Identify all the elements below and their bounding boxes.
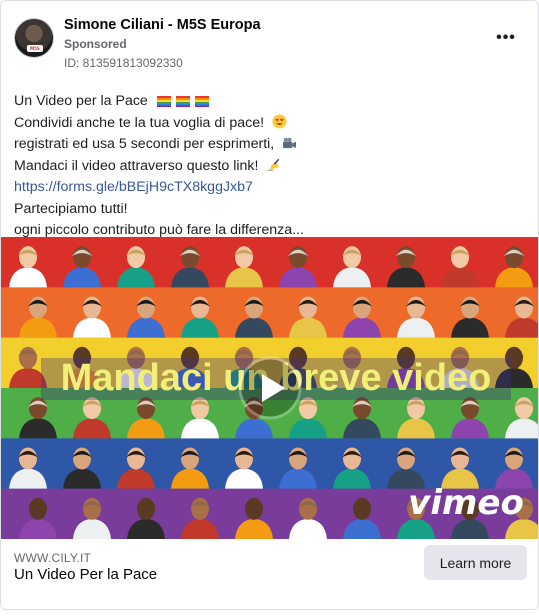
play-icon[interactable] <box>238 356 302 420</box>
body-line: Condividi anche te la tua voglia di pace… <box>14 113 528 135</box>
link-preview-footer[interactable]: WWW.CILY.IT Un Video Per la Pace Learn m… <box>1 539 538 609</box>
link-headline[interactable]: Un Video Per la Pace <box>14 566 157 583</box>
body-line: Mandaci il video attraverso questo link! <box>14 156 528 178</box>
learn-more-button[interactable]: Learn more <box>424 545 527 580</box>
post-header: M5S Simone Ciliani - M5S Europa Sponsore… <box>14 15 526 75</box>
vimeo-logo: vimeo <box>408 483 524 523</box>
video-collage: Mandaci un breve video vimeo <box>1 237 538 539</box>
body-line: Partecipiamo tutti! <box>14 200 128 217</box>
body-line: https://forms.gle/bBEjH9cTX8kggJxb7 <box>14 177 528 199</box>
link-domain: WWW.CILY.IT <box>14 551 92 565</box>
rainbow-flag-icon <box>175 96 190 107</box>
page-avatar[interactable]: M5S <box>14 18 54 58</box>
post-body: Un Video per la Pace Condividi anche te … <box>14 91 528 242</box>
body-line: registrati ed usa 5 secondi per esprimer… <box>14 134 528 156</box>
more-options-button[interactable]: ••• <box>494 29 518 53</box>
heart-eyes-emoji-icon <box>272 113 287 129</box>
rainbow-flag-icon <box>194 96 209 107</box>
video-camera-icon <box>283 137 297 149</box>
avatar-badge: M5S <box>27 45 43 52</box>
more-horizontal-icon: ••• <box>496 29 516 46</box>
video-thumbnail[interactable]: Mandaci un breve video vimeo <box>1 237 538 539</box>
sponsored-post-card: M5S Simone Ciliani - M5S Europa Sponsore… <box>0 0 539 610</box>
rainbow-flag-icon <box>156 96 171 107</box>
ad-id: ID: 813591813092330 <box>64 56 183 70</box>
page-name[interactable]: Simone Ciliani - M5S Europa <box>64 17 261 33</box>
form-link[interactable]: https://forms.gle/bBEjH9cTX8kggJxb7 <box>14 179 253 195</box>
body-line: Un Video per la Pace <box>14 91 528 113</box>
writing-hand-icon <box>267 158 280 171</box>
sponsored-label[interactable]: Sponsored <box>64 37 127 51</box>
